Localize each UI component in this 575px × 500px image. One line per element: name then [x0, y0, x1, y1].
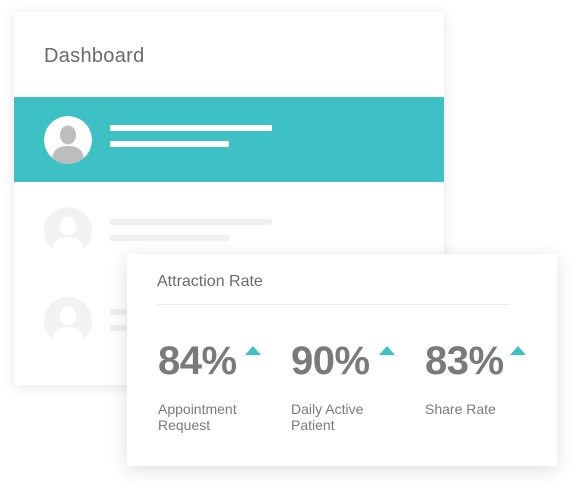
metric-share-rate: 83% Share Rate: [425, 340, 535, 417]
placeholder-line: [110, 235, 229, 241]
placeholder-line: [110, 141, 229, 147]
metric-daily-active-patient: 90% Daily Active Patient: [291, 340, 401, 433]
triangle-up-icon: [245, 346, 261, 355]
metric-appointment-request: 84% Appointment Request: [158, 340, 268, 433]
triangle-up-icon: [379, 346, 395, 355]
stage: Dashboard Attraction Rate 84% Appointmen…: [0, 0, 575, 500]
attraction-rate-card: Attraction Rate 84% Appointment Request …: [127, 254, 557, 466]
metric-value: 90%: [291, 339, 370, 383]
metric-label: Daily Active Patient: [291, 401, 364, 433]
metric-label: Share Rate: [425, 401, 496, 417]
user-avatar-icon: [44, 116, 92, 164]
metric-label: Appointment Request: [158, 401, 237, 433]
dashboard-title: Dashboard: [44, 45, 145, 67]
metric-value: 83%: [425, 339, 504, 383]
attraction-rate-title: Attraction Rate: [157, 273, 263, 290]
triangle-up-icon: [510, 346, 526, 355]
user-avatar-icon: [44, 297, 92, 345]
divider: [157, 304, 509, 305]
placeholder-line: [110, 125, 272, 131]
user-avatar-icon: [44, 207, 92, 255]
placeholder-line: [110, 219, 272, 225]
metric-value: 84%: [158, 339, 237, 383]
list-item-selected[interactable]: [14, 97, 444, 182]
